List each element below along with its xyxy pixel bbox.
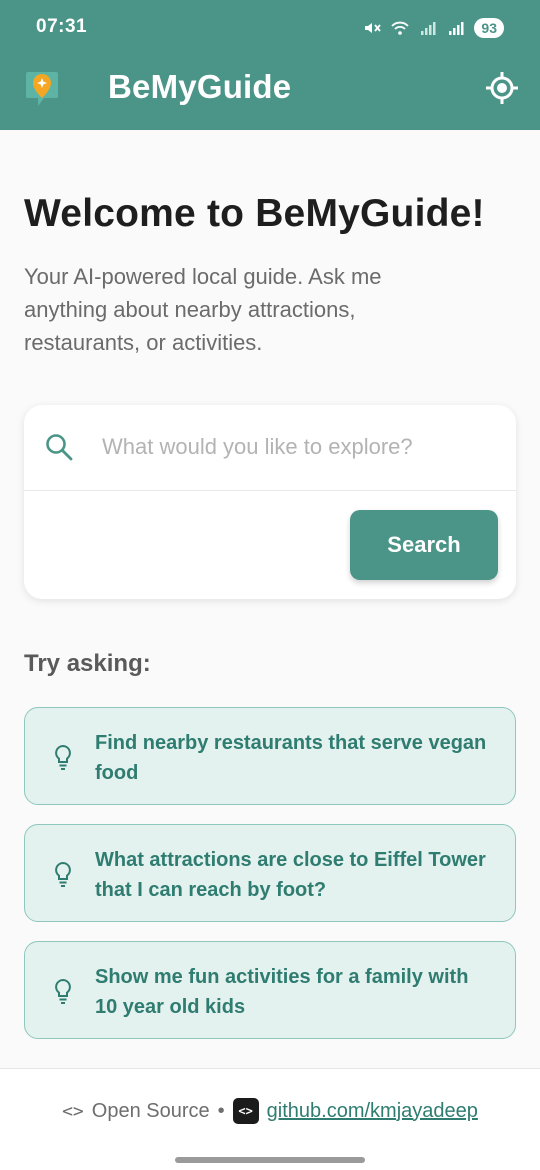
code-icon: <>	[62, 1100, 84, 1122]
lightbulb-icon	[55, 978, 71, 1004]
github-code-icon: <>	[232, 1098, 259, 1124]
github-link[interactable]: github.com/kmjayadeep	[267, 1100, 478, 1123]
app-bar: BeMyGuide	[0, 56, 540, 130]
open-source-label: Open Source	[91, 1099, 210, 1122]
search-card: Search	[24, 405, 516, 599]
search-row	[24, 405, 516, 491]
signal-icon	[421, 22, 436, 35]
status-bar: 07:31 93	[0, 0, 540, 56]
suggestion-text: What attractions are close to Eiffel Tow…	[95, 849, 486, 901]
footer-separator: •	[217, 1099, 225, 1122]
search-button[interactable]: Search	[350, 510, 498, 580]
lightbulb-icon	[55, 861, 71, 887]
search-icon	[46, 434, 73, 461]
search-input[interactable]	[102, 425, 502, 469]
welcome-heading: Welcome to BeMyGuide!	[24, 192, 485, 235]
lightbulb-icon	[55, 744, 71, 770]
suggestion-card[interactable]: Find nearby restaurants that serve vegan…	[24, 707, 516, 805]
suggestion-card[interactable]: What attractions are close to Eiffel Tow…	[24, 824, 516, 922]
suggestions-title: Try asking:	[24, 650, 151, 677]
welcome-subtitle: Your AI-powered local guide. Ask me anyt…	[24, 264, 382, 355]
suggestion-text: Find nearby restaurants that serve vegan…	[95, 732, 487, 784]
suggestion-card[interactable]: Show me fun activities for a family with…	[24, 941, 516, 1039]
battery-indicator: 93	[474, 18, 504, 38]
map-pin-star-icon	[26, 72, 58, 106]
mute-icon	[365, 23, 382, 33]
my-location-icon	[486, 72, 518, 104]
app-title: BeMyGuide	[108, 68, 292, 105]
footer: <> Open Source • <> github.com/kmjayadee…	[0, 1068, 540, 1170]
suggestion-text: Show me fun activities for a family with…	[95, 966, 469, 1018]
home-indicator[interactable]	[175, 1157, 365, 1163]
footer-row: <> Open Source • <> github.com/kmjayadee…	[0, 1097, 540, 1125]
status-icons: 93	[362, 17, 504, 39]
my-location-button[interactable]	[482, 68, 522, 108]
wifi-icon	[391, 21, 410, 35]
top-bar: 07:31 93 BeMyGuide	[0, 0, 540, 130]
signal-icon	[449, 22, 464, 35]
status-time: 07:31	[36, 16, 88, 37]
